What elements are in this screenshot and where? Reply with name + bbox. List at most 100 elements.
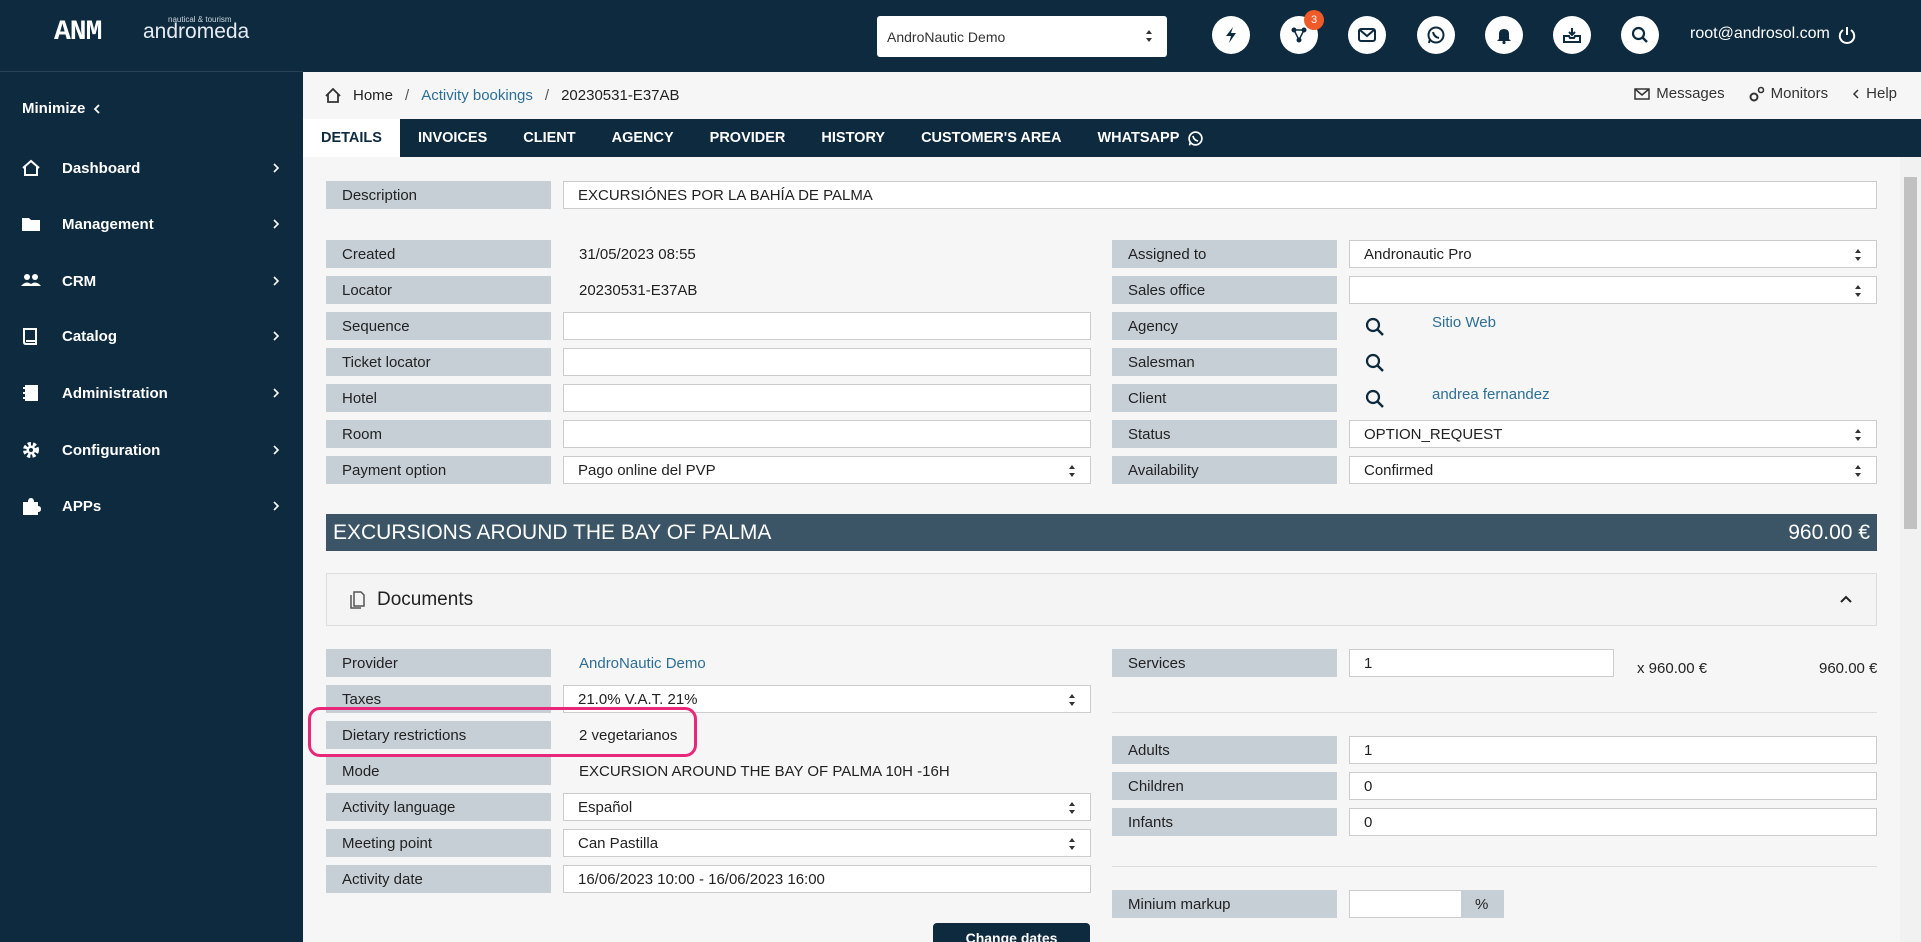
- notification-count-badge: 3: [1304, 10, 1324, 30]
- tab-agency[interactable]: AGENCY: [594, 119, 692, 157]
- activity-language-select[interactable]: Español: [563, 793, 1091, 821]
- chevron-left-icon: [1853, 88, 1859, 99]
- search-button[interactable]: [1621, 16, 1659, 54]
- users-icon: [21, 274, 41, 286]
- sidebar-item-management[interactable]: Management: [0, 204, 303, 244]
- description-input[interactable]: EXCURSIÓNES POR LA BAHÍA DE PALMA: [563, 181, 1877, 209]
- breadcrumb-activity-bookings[interactable]: Activity bookings: [421, 87, 533, 104]
- chevron-left-icon: [94, 103, 100, 114]
- room-input[interactable]: [563, 420, 1091, 448]
- network-icon: [1291, 27, 1307, 43]
- select-arrows-icon: [1146, 30, 1152, 42]
- whatsapp-icon: [1427, 26, 1445, 44]
- search-icon: [1631, 26, 1648, 43]
- assigned-to-select[interactable]: Andronautic Pro: [1349, 240, 1877, 268]
- tab-customers-area[interactable]: CUSTOMER'S AREA: [903, 119, 1079, 157]
- breadcrumb-home[interactable]: Home: [353, 87, 393, 104]
- infants-label: Infants: [1112, 808, 1337, 836]
- sidebar-item-dashboard[interactable]: Dashboard: [0, 148, 303, 188]
- home-icon[interactable]: [325, 88, 341, 103]
- mail-button[interactable]: [1348, 16, 1386, 54]
- envelope-icon: [1634, 87, 1650, 100]
- min-markup-label: Minium markup: [1112, 890, 1337, 918]
- availability-label: Availability: [1112, 456, 1337, 484]
- tab-invoices[interactable]: INVOICES: [400, 119, 505, 157]
- payment-option-value: Pago online del PVP: [578, 461, 716, 479]
- search-icon[interactable]: [1365, 317, 1385, 337]
- notifications-button[interactable]: [1485, 16, 1523, 54]
- book-icon: [23, 328, 37, 345]
- tab-whatsapp[interactable]: WHATSAPP: [1079, 119, 1222, 157]
- sales-office-select[interactable]: [1349, 276, 1877, 304]
- quick-actions-button[interactable]: [1212, 16, 1250, 54]
- tab-whatsapp-label: WHATSAPP: [1097, 130, 1180, 146]
- agency-label: Agency: [1112, 312, 1337, 340]
- meeting-point-value: Can Pastilla: [578, 834, 659, 852]
- meeting-point-select[interactable]: Can Pastilla: [563, 829, 1091, 857]
- description-label: Description: [326, 181, 551, 209]
- adults-input[interactable]: 1: [1349, 736, 1877, 764]
- ticket-locator-input[interactable]: [563, 348, 1091, 376]
- services-input[interactable]: 1: [1349, 649, 1614, 677]
- infants-input[interactable]: 0: [1349, 808, 1877, 836]
- sidebar-item-label: Catalog: [62, 327, 118, 345]
- gears-icon: [1749, 86, 1764, 101]
- search-icon[interactable]: [1365, 389, 1385, 409]
- ledger-icon: [23, 385, 38, 401]
- select-arrows-icon: [1855, 285, 1861, 297]
- divider: [1112, 712, 1877, 713]
- whatsapp-button[interactable]: [1417, 16, 1455, 54]
- inbox-download-icon: [1563, 28, 1581, 43]
- payment-option-label: Payment option: [326, 456, 551, 484]
- scrollbar-thumb[interactable]: [1904, 177, 1917, 529]
- activity-language-value: Español: [578, 798, 633, 816]
- network-notifications-button[interactable]: 3: [1280, 10, 1324, 54]
- help-label: Help: [1866, 85, 1897, 102]
- sidebar-item-apps[interactable]: APPs: [0, 486, 303, 526]
- availability-value: Confirmed: [1364, 461, 1434, 479]
- min-markup-input[interactable]: [1349, 890, 1462, 918]
- change-dates-button[interactable]: Change dates: [933, 923, 1090, 942]
- help-link[interactable]: Help: [1852, 85, 1897, 102]
- documents-section-header[interactable]: Documents: [326, 573, 1877, 626]
- search-icon[interactable]: [1365, 353, 1385, 373]
- status-select[interactable]: OPTION_REQUEST: [1349, 420, 1877, 448]
- tab-client[interactable]: CLIENT: [505, 119, 593, 157]
- select-arrows-icon: [1069, 465, 1075, 477]
- company-select[interactable]: AndroNautic Demo: [877, 16, 1167, 57]
- tab-provider[interactable]: PROVIDER: [692, 119, 804, 157]
- logout-button[interactable]: [1838, 25, 1856, 45]
- user-email[interactable]: root@androsol.com: [1690, 25, 1830, 43]
- envelope-icon: [1358, 28, 1376, 42]
- salesman-link[interactable]: [1416, 344, 1432, 372]
- activity-date-input[interactable]: 16/06/2023 10:00 - 16/06/2023 16:00: [563, 865, 1091, 893]
- payment-option-select[interactable]: Pago online del PVP: [563, 456, 1091, 484]
- provider-link[interactable]: AndroNautic Demo: [563, 649, 706, 677]
- sidebar-item-label: APPs: [62, 497, 102, 515]
- inbox-button[interactable]: [1553, 16, 1591, 54]
- select-arrows-icon: [1855, 249, 1861, 261]
- chevron-right-icon: [273, 331, 280, 341]
- monitors-link[interactable]: Monitors: [1749, 85, 1828, 102]
- children-input[interactable]: 0: [1349, 772, 1877, 800]
- sidebar-item-catalog[interactable]: Catalog: [0, 316, 303, 356]
- messages-link[interactable]: Messages: [1634, 85, 1725, 102]
- chevron-up-icon[interactable]: [1840, 595, 1852, 603]
- sequence-input[interactable]: [563, 312, 1091, 340]
- sidebar-item-configuration[interactable]: Configuration: [0, 430, 303, 470]
- sidebar-item-administration[interactable]: Administration: [0, 373, 303, 413]
- tab-history[interactable]: HISTORY: [803, 119, 903, 157]
- activity-price: 960.00 €: [1788, 520, 1870, 544]
- minimize-button[interactable]: Minimize: [22, 100, 101, 117]
- vertical-scrollbar[interactable]: [1900, 157, 1921, 942]
- client-link[interactable]: andrea fernandez: [1416, 380, 1550, 408]
- agency-link[interactable]: Sitio Web: [1416, 308, 1496, 336]
- tab-details[interactable]: DETAILS: [303, 119, 400, 157]
- whatsapp-icon: [1188, 130, 1204, 146]
- sidebar-item-crm[interactable]: CRM: [0, 261, 303, 301]
- app-logo[interactable]: ANM nautical & tourism andromeda: [0, 0, 303, 72]
- sidebar: ANM nautical & tourism andromeda Minimiz…: [0, 0, 303, 942]
- hotel-input[interactable]: [563, 384, 1091, 412]
- logo-brand: andromeda: [143, 20, 250, 43]
- availability-select[interactable]: Confirmed: [1349, 456, 1877, 484]
